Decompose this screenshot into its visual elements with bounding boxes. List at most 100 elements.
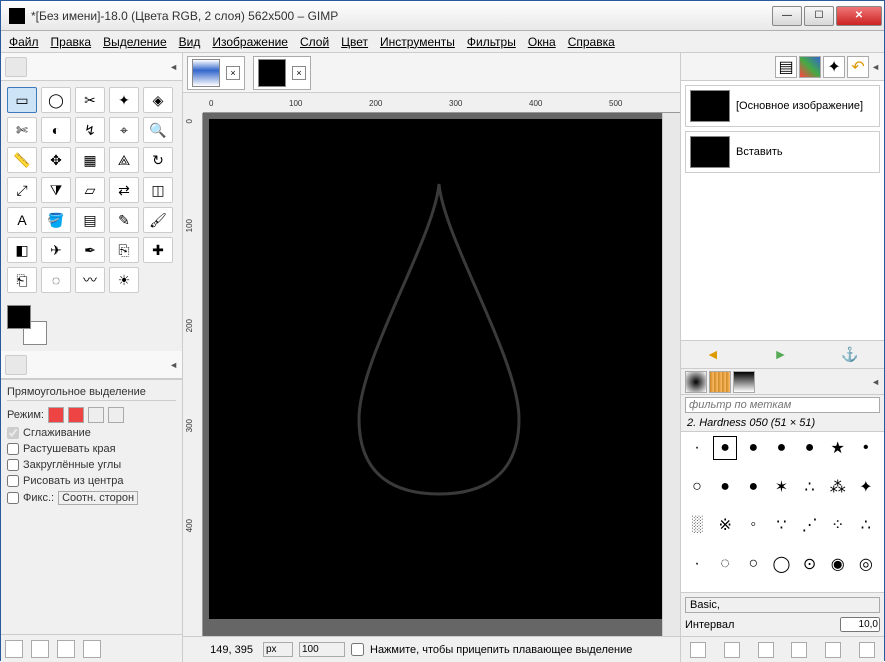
- brush-item[interactable]: ∴: [854, 513, 878, 537]
- brush-category[interactable]: Basic,: [685, 597, 880, 613]
- brush-item[interactable]: ·: [685, 552, 709, 576]
- brush-item[interactable]: ●: [741, 475, 765, 499]
- brush-new-icon[interactable]: [724, 642, 740, 658]
- tool-crop[interactable]: ⟁: [109, 147, 139, 173]
- brush-delete-icon[interactable]: [791, 642, 807, 658]
- menu-изображение[interactable]: Изображение: [212, 35, 288, 49]
- brush-interval-input[interactable]: [840, 617, 880, 632]
- tool-paths[interactable]: ↯: [75, 117, 105, 143]
- menu-цвет[interactable]: Цвет: [341, 35, 368, 49]
- brush-item[interactable]: ◯: [769, 552, 793, 576]
- tool-perspective-clone[interactable]: ⎗: [7, 267, 37, 293]
- tool-gradient[interactable]: ▤: [75, 207, 105, 233]
- brush-refresh-icon[interactable]: [825, 642, 841, 658]
- tool-scissors[interactable]: ✄: [7, 117, 37, 143]
- menu-справка[interactable]: Справка: [568, 35, 615, 49]
- tool-color-picker[interactable]: ⌖: [109, 117, 139, 143]
- tool-rotate[interactable]: ↻: [143, 147, 173, 173]
- mode-subtract[interactable]: [88, 407, 104, 423]
- brush-item[interactable]: ●: [741, 436, 765, 460]
- brush-duplicate-icon[interactable]: [758, 642, 774, 658]
- brush-item[interactable]: ※: [713, 513, 737, 537]
- menu-инструменты[interactable]: Инструменты: [380, 35, 455, 49]
- brush-item[interactable]: ⁘: [826, 513, 850, 537]
- brush-item[interactable]: ⊙: [798, 552, 822, 576]
- panel-menu-icon[interactable]: ◄: [169, 360, 178, 370]
- save-options-icon[interactable]: [5, 640, 23, 658]
- tool-lasso[interactable]: ✂: [75, 87, 105, 113]
- close-tab-icon[interactable]: ×: [226, 66, 240, 80]
- antialias-checkbox[interactable]: [7, 427, 19, 439]
- tool-by-color[interactable]: ◈: [143, 87, 173, 113]
- paths-tab[interactable]: ✦: [823, 56, 845, 78]
- vertical-scrollbar[interactable]: [662, 113, 680, 636]
- menu-выделение[interactable]: Выделение: [103, 35, 167, 49]
- brush-item[interactable]: ░: [685, 513, 709, 537]
- status-unit[interactable]: px: [263, 642, 293, 657]
- tool-scale[interactable]: ⤢: [7, 177, 37, 203]
- brush-item[interactable]: ●: [713, 475, 737, 499]
- tool-airbrush[interactable]: ✈: [41, 237, 71, 263]
- brush-item[interactable]: ○: [685, 475, 709, 499]
- status-zoom[interactable]: 100: [299, 642, 345, 657]
- mode-replace[interactable]: [48, 407, 64, 423]
- tool-wand[interactable]: ✦: [109, 87, 139, 113]
- brush-item[interactable]: ★: [826, 436, 850, 460]
- tool-align[interactable]: ▦: [75, 147, 105, 173]
- close-tab-icon[interactable]: ×: [292, 66, 306, 80]
- tool-cage[interactable]: ◫: [143, 177, 173, 203]
- tool-clone[interactable]: ⎘: [109, 237, 139, 263]
- brush-item[interactable]: ⋰: [798, 513, 822, 537]
- brush-item[interactable]: ∵: [769, 513, 793, 537]
- brush-item[interactable]: ●: [798, 436, 822, 460]
- tool-move[interactable]: ✥: [41, 147, 71, 173]
- tool-measure[interactable]: 📏: [7, 147, 37, 173]
- brush-edit-icon[interactable]: [690, 642, 706, 658]
- tool-eraser[interactable]: ◧: [7, 237, 37, 263]
- brush-item[interactable]: ◦: [741, 513, 765, 537]
- brush-item[interactable]: ⁂: [826, 475, 850, 499]
- canvas[interactable]: [209, 119, 662, 619]
- layer-next-icon[interactable]: ►: [773, 346, 791, 364]
- brush-item[interactable]: ◌: [713, 552, 737, 576]
- brush-item[interactable]: ●: [769, 436, 793, 460]
- menu-фильтры[interactable]: Фильтры: [467, 35, 516, 49]
- tool-flip[interactable]: ⇄: [109, 177, 139, 203]
- foreground-color[interactable]: [7, 305, 31, 329]
- restore-options-icon[interactable]: [31, 640, 49, 658]
- tool-zoom[interactable]: 🔍: [143, 117, 173, 143]
- menu-слой[interactable]: Слой: [300, 35, 329, 49]
- layer-row[interactable]: Вставить: [685, 131, 880, 173]
- brushes-tab[interactable]: [685, 371, 707, 393]
- brush-item[interactable]: ◉: [826, 552, 850, 576]
- brush-item[interactable]: ∴: [798, 475, 822, 499]
- tool-pencil[interactable]: ✎: [109, 207, 139, 233]
- fixed-checkbox[interactable]: [7, 492, 19, 504]
- tool-bucket[interactable]: 🪣: [41, 207, 71, 233]
- tool-text[interactable]: A: [7, 207, 37, 233]
- rounded-checkbox[interactable]: [7, 459, 19, 471]
- channels-tab[interactable]: [799, 56, 821, 78]
- brush-item[interactable]: ◎: [854, 552, 878, 576]
- toolbox-tab[interactable]: [5, 57, 27, 77]
- brush-item[interactable]: ✦: [854, 475, 878, 499]
- brush-item[interactable]: ·: [685, 436, 709, 460]
- brush-item[interactable]: ●: [713, 436, 737, 460]
- fixed-value[interactable]: Соотн. сторон: [58, 491, 138, 505]
- tool-blur[interactable]: ◌: [41, 267, 71, 293]
- tool-ellipse-select[interactable]: ◯: [41, 87, 71, 113]
- mode-add[interactable]: [68, 407, 84, 423]
- document-tab-1[interactable]: ×: [187, 56, 245, 90]
- maximize-button[interactable]: ☐: [804, 6, 834, 26]
- canvas-viewport[interactable]: [203, 113, 662, 636]
- gradients-tab[interactable]: [733, 371, 755, 393]
- tool-brush[interactable]: 🖌: [143, 207, 173, 233]
- menu-вид[interactable]: Вид: [179, 35, 201, 49]
- tool-dodge[interactable]: ☀: [109, 267, 139, 293]
- feather-checkbox[interactable]: [7, 443, 19, 455]
- patterns-tab[interactable]: [709, 371, 731, 393]
- brush-item[interactable]: ○: [741, 552, 765, 576]
- tool-smudge[interactable]: 〰: [75, 267, 105, 293]
- tool-perspective[interactable]: ▱: [75, 177, 105, 203]
- tool-foreground[interactable]: ◐: [41, 117, 71, 143]
